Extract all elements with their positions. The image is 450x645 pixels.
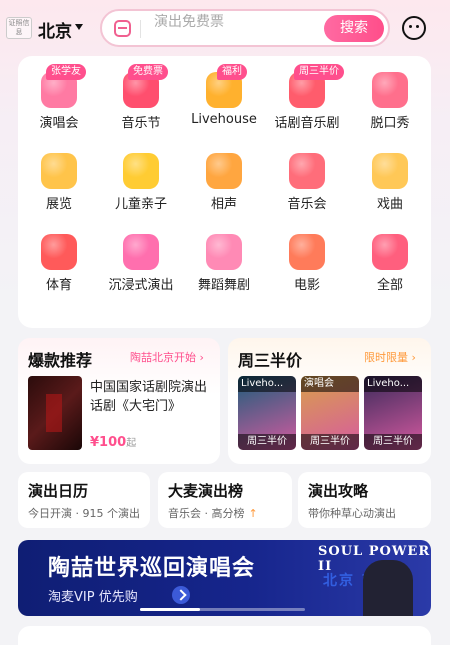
category-item[interactable]: 戏曲 (349, 147, 431, 225)
wednesday-half-price-card[interactable]: 周三半价 限时限量 › Liveho... 周三半价 演唱会 周三半价 Liveho..… (228, 338, 431, 464)
category-item[interactable]: 话剧音乐剧 周三半价 (266, 64, 348, 144)
message-icon[interactable] (402, 16, 426, 40)
ranking-card[interactable]: 大麦演出榜音乐会 · 高分榜 ↑ (158, 472, 292, 528)
show-guide-card[interactable]: 演出攻略带你种草心动演出 (298, 472, 431, 528)
arrow-right-icon[interactable] (172, 586, 190, 604)
category-item[interactable]: 儿童亲子 (100, 147, 182, 225)
card-title: 周三半价 (238, 351, 303, 370)
card-title: 演出攻略 (308, 482, 369, 500)
arrow-up-icon: ↑ (248, 507, 258, 520)
card-subtitle: 带你种草心动演出 (308, 507, 396, 520)
category-label: 音乐节 (121, 116, 161, 131)
search-divider (140, 20, 141, 38)
banner-subtitle: 淘麦VIP 优先购 (48, 590, 138, 605)
opera-fan-icon (372, 153, 408, 189)
search-bar[interactable]: 演出免费票 搜索 (100, 9, 390, 47)
search-input[interactable]: 演出免费票 (154, 11, 224, 31)
category-item[interactable]: 演唱会 张学友 (18, 64, 100, 144)
category-item[interactable]: 音乐节 免费票 (100, 64, 182, 144)
header: 证照信息 北京 演出免费票 搜索 (0, 0, 450, 56)
banner-title: 陶喆世界巡回演唱会 (48, 556, 256, 581)
half-price-poster[interactable]: 演唱会 周三半价 (301, 376, 359, 450)
license-icon[interactable]: 证照信息 (6, 17, 32, 39)
folding-fan-icon (206, 153, 242, 189)
category-item[interactable]: 沉浸式演出 (100, 228, 182, 306)
card-subtitle: 今日开演 · 915 个演出 (28, 507, 140, 520)
half-price-poster[interactable]: Liveho... 周三半价 (238, 376, 296, 450)
category-item[interactable]: 舞蹈舞剧 (183, 228, 265, 306)
category-badge: 张学友 (46, 64, 86, 80)
city-selector[interactable]: 北京 (38, 17, 72, 42)
category-label: 舞蹈舞剧 (197, 278, 250, 293)
soccer-ball-icon (41, 234, 77, 270)
category-label: 音乐会 (287, 197, 327, 212)
card-subtitle: 音乐会 · 高分榜 ↑ (168, 507, 258, 520)
show-title[interactable]: 中国国家话剧院演出话剧《大宅门》 (90, 378, 214, 416)
poster-category: 演唱会 (301, 376, 359, 392)
clapperboard-icon (289, 234, 325, 270)
category-label: 全部 (376, 278, 403, 293)
category-item[interactable]: 全部 (349, 228, 431, 306)
grid-icon (372, 234, 408, 270)
category-item[interactable]: 脱口秀 (349, 66, 431, 144)
category-label: 脱口秀 (370, 116, 410, 131)
card-title: 大麦演出榜 (168, 482, 244, 500)
poster-tag: 周三半价 (238, 434, 296, 450)
category-label: 演唱会 (39, 116, 79, 131)
category-grid: 演唱会 张学友 音乐节 免费票 Livehouse 福利 话剧音乐剧 周三半价 脱口秀 展览 儿童亲… (18, 56, 431, 328)
card-title: 爆款推荐 (28, 351, 93, 370)
category-label: 相声 (210, 197, 237, 212)
category-label: 体育 (45, 278, 72, 293)
next-section-card (18, 626, 431, 645)
show-calendar-card[interactable]: 演出日历今日开演 · 915 个演出 (18, 472, 150, 528)
category-item[interactable]: 音乐会 (266, 147, 348, 225)
vr-headset-icon (123, 234, 159, 270)
card-tag[interactable]: 限时限量 › (364, 349, 416, 365)
poster-tag: 周三半价 (301, 434, 359, 450)
picture-frame-icon (41, 153, 77, 189)
half-price-poster[interactable]: Liveho... 周三半价 (364, 376, 422, 450)
category-badge: 免费票 (128, 64, 168, 80)
search-button[interactable]: 搜索 (324, 15, 384, 42)
card-title: 演出日历 (28, 482, 89, 500)
piano-icon (289, 153, 325, 189)
poster-category: Liveho... (238, 376, 296, 392)
dancer-icon (206, 234, 242, 270)
banner-progress-indicator (140, 608, 305, 611)
lips-icon (372, 72, 408, 108)
category-item[interactable]: 展览 (18, 147, 100, 225)
category-label: 展览 (45, 197, 72, 212)
category-item[interactable]: 相声 (183, 147, 265, 225)
artist-image (363, 560, 413, 616)
category-label: 儿童亲子 (114, 197, 167, 212)
category-label: 沉浸式演出 (108, 278, 174, 293)
category-label: 话剧音乐剧 (274, 116, 340, 131)
duck-icon (123, 153, 159, 189)
category-item[interactable]: 体育 (18, 228, 100, 306)
category-badge: 周三半价 (294, 64, 344, 80)
category-label: 戏曲 (376, 197, 403, 212)
category-badge: 福利 (217, 64, 247, 80)
scan-icon[interactable] (114, 20, 131, 37)
show-poster[interactable] (28, 376, 82, 450)
chevron-down-icon[interactable] (75, 24, 83, 30)
category-label: 电影 (293, 278, 320, 293)
category-label: Livehouse (191, 112, 257, 127)
card-tag[interactable]: 陶喆北京开始 › (130, 349, 204, 365)
poster-category: Liveho... (364, 376, 422, 392)
category-item[interactable]: Livehouse 福利 (183, 64, 265, 144)
show-price: ¥100起 (90, 435, 137, 450)
category-item[interactable]: 电影 (266, 228, 348, 306)
hot-recommend-card[interactable]: 爆款推荐 陶喆北京开始 › 中国国家话剧院演出话剧《大宅门》 ¥100起 (18, 338, 220, 464)
poster-tag: 周三半价 (364, 434, 422, 450)
promo-banner[interactable]: 陶喆世界巡回演唱会 淘麦VIP 优先购 SOUL POWER II 北京 南京 (18, 540, 431, 616)
